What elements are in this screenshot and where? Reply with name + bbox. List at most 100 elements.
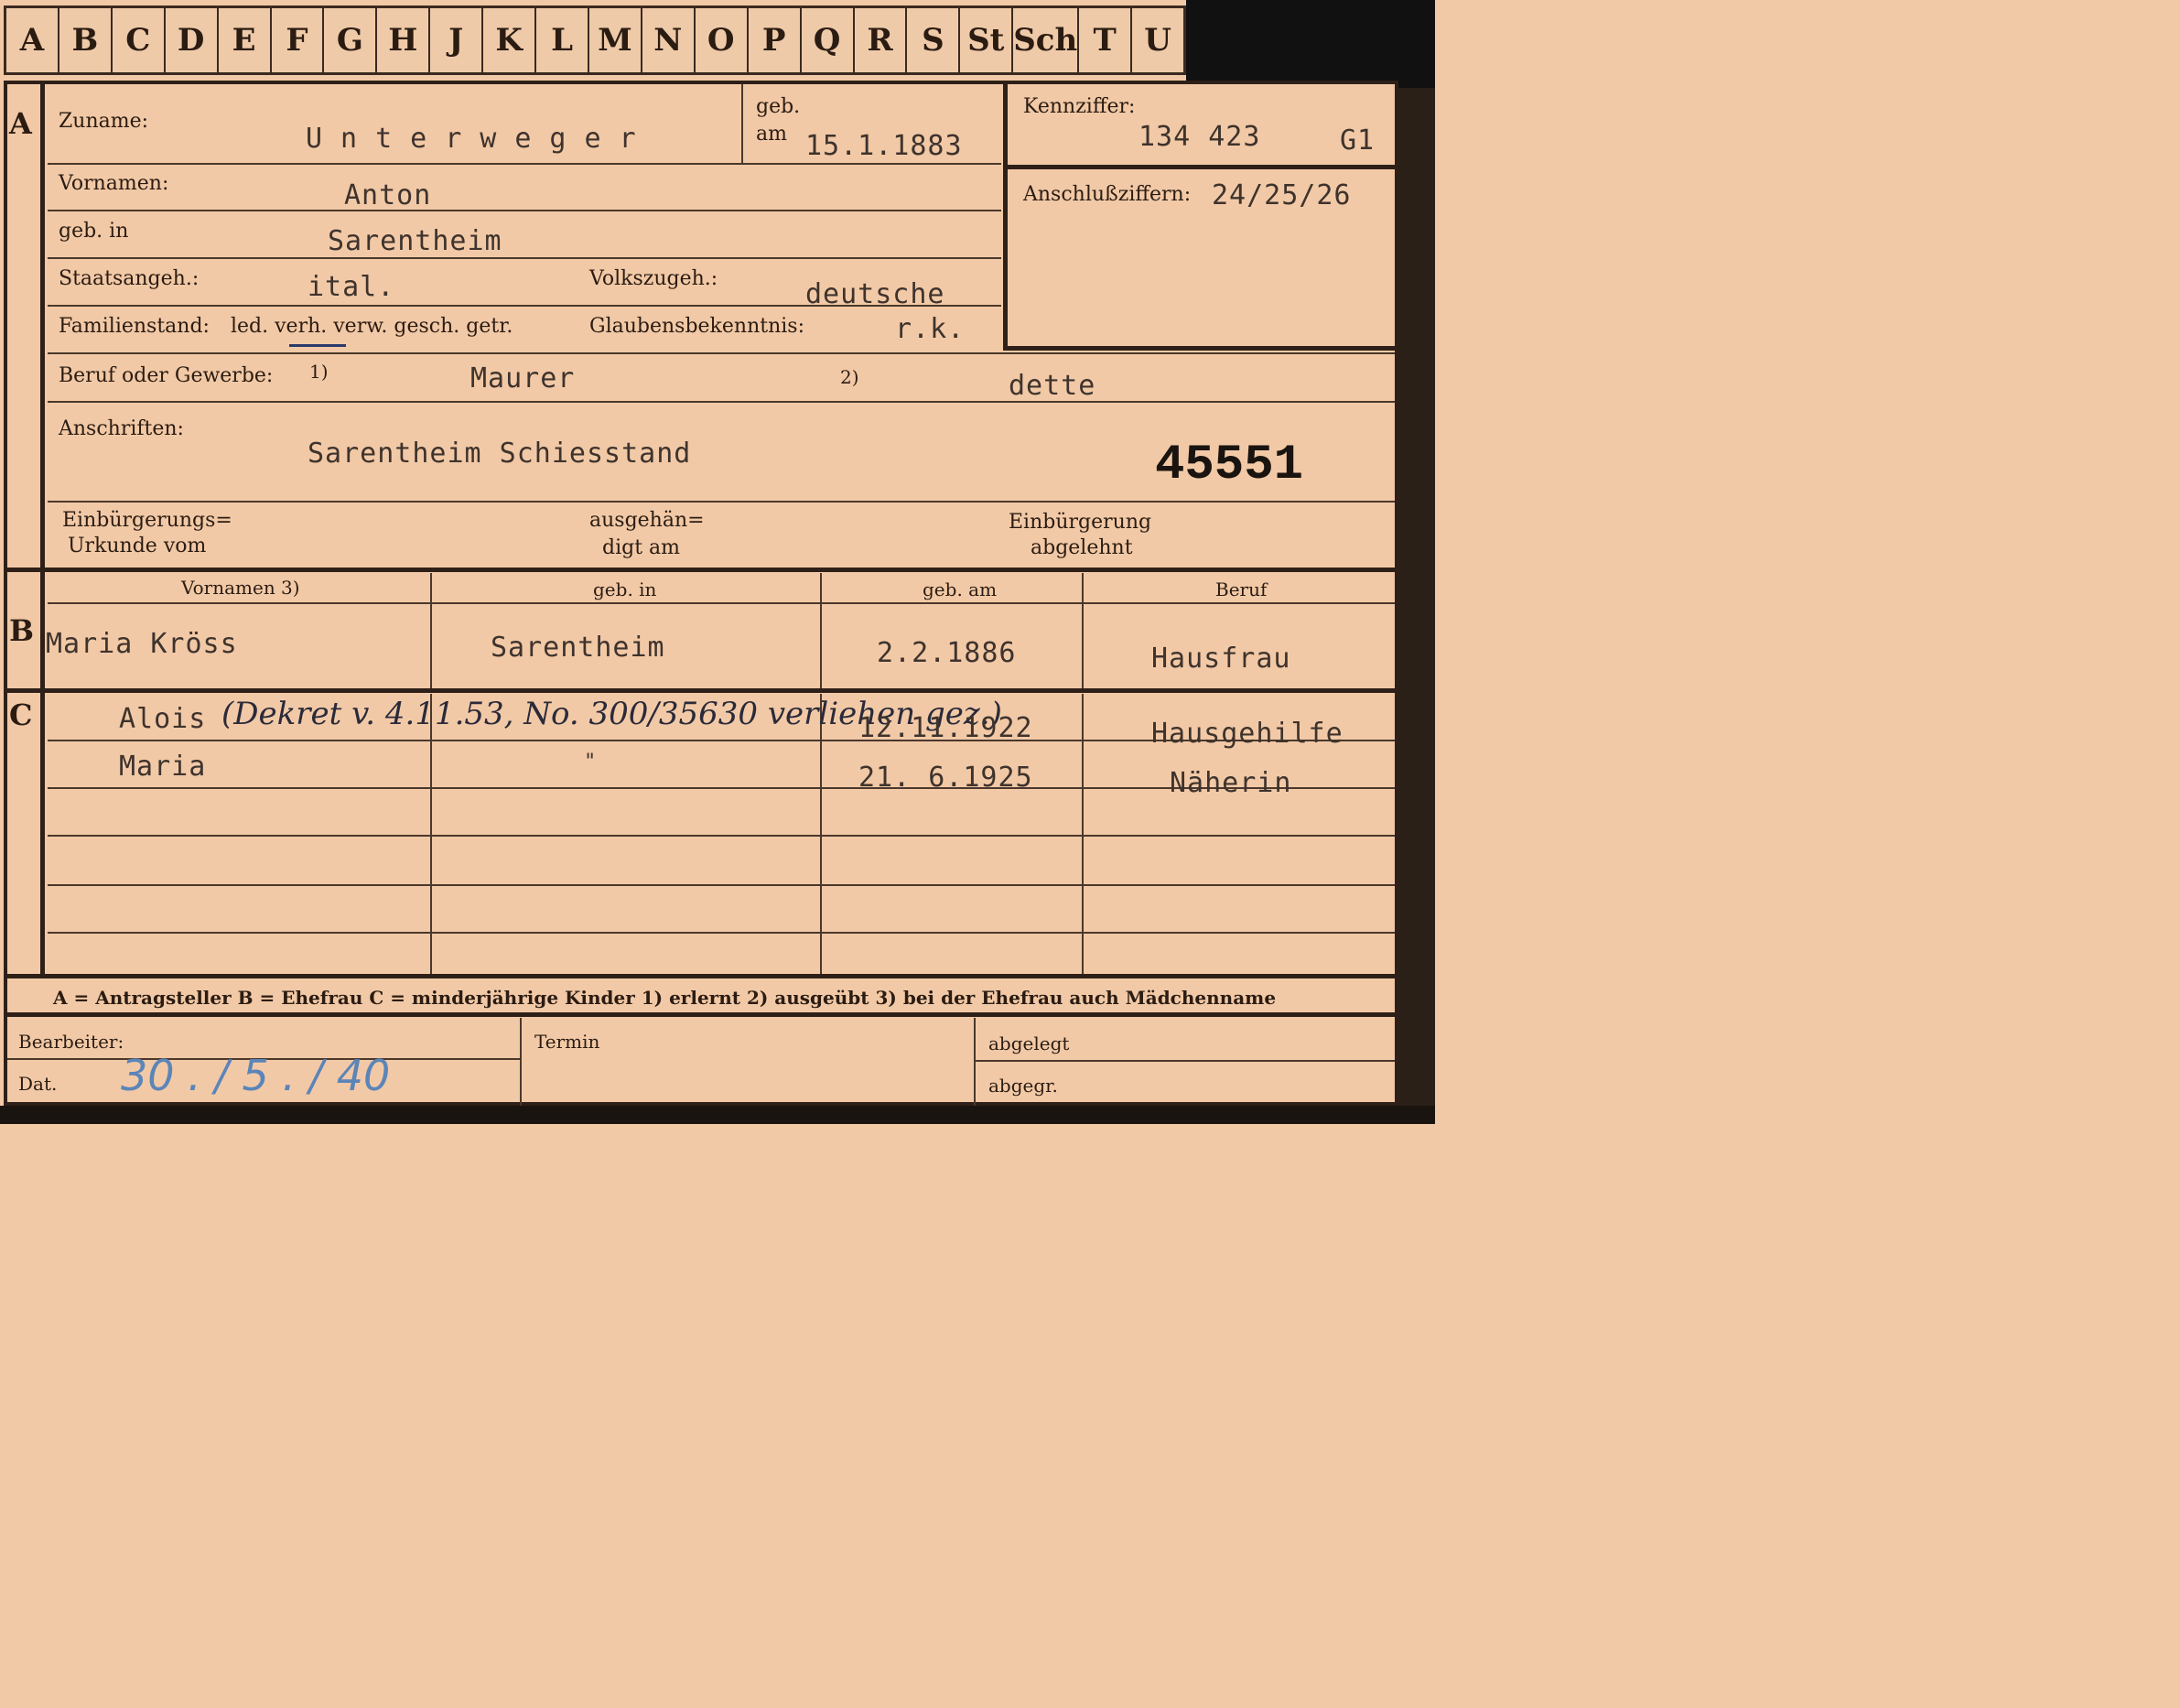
marital-status-options: led. verh. verw. gesch. getr.	[231, 315, 513, 338]
section-divider	[7, 568, 1398, 572]
section-b-label: B	[9, 613, 35, 648]
naturalization-cert-label-2: Urkunde vom	[68, 535, 207, 557]
alphabet-tab-st: St	[960, 8, 1014, 72]
connect-label: Anschlußziffern:	[1023, 183, 1192, 206]
row-line	[48, 835, 1395, 837]
row-line	[48, 352, 1395, 354]
child-2-born-in: "	[584, 751, 598, 773]
code-box-left-border	[1003, 84, 1008, 350]
child-2-name: Maria	[119, 751, 207, 783]
child-1-occupation: Hausgehilfe	[1151, 718, 1344, 750]
alphabet-tab-e: E	[219, 8, 272, 72]
legend-bottom-border	[7, 1012, 1398, 1017]
first-names-value: Anton	[344, 179, 432, 211]
alphabet-tab-l: L	[536, 8, 589, 72]
alphabet-tab-h: H	[377, 8, 431, 72]
registration-card: A Zuname: Unterweger geb. am 15.1.1883 K…	[4, 81, 1398, 1106]
religion-label: Glaubensbekenntnis:	[589, 315, 804, 338]
religion-value: r.k.	[895, 313, 966, 345]
row-line	[48, 932, 1395, 934]
occupation-practiced-value: dette	[1009, 370, 1096, 402]
code-box-divider	[1003, 165, 1395, 169]
section-a-label: A	[9, 106, 32, 141]
spouse-occupation: Hausfrau	[1151, 643, 1291, 675]
row-line	[48, 163, 1001, 165]
spouse-born-in: Sarentheim	[491, 632, 665, 664]
first-names-label: Vornamen:	[59, 172, 169, 195]
submitted-label: abgegr.	[988, 1075, 1058, 1097]
occupation-learned-value: Maurer	[470, 362, 576, 395]
alphabet-tab-d: D	[166, 8, 219, 72]
address-label: Anschriften:	[59, 417, 184, 440]
spouse-header-born-on: geb. am	[923, 578, 998, 600]
occupation-note-2: 2)	[840, 366, 859, 388]
row-line	[48, 210, 1001, 211]
alphabet-tab-r: R	[855, 8, 908, 72]
occupation-note-1: 1)	[309, 361, 329, 383]
col-line	[820, 573, 822, 688]
alphabet-tab-f: F	[272, 8, 325, 72]
alphabet-tab-q: Q	[802, 8, 855, 72]
section-divider	[7, 688, 1398, 693]
naturalization-cert-label-1: Einbürgerungs=	[62, 509, 232, 532]
col-line	[430, 573, 432, 688]
born-on-label-1: geb.	[756, 95, 801, 118]
scan-border-right	[1398, 88, 1435, 1106]
born-on-divider	[741, 84, 743, 163]
born-on-label-2: am	[756, 123, 787, 146]
spouse-header-occupation: Beruf	[1215, 578, 1268, 600]
spouse-born-on: 2.2.1886	[877, 637, 1017, 669]
occupation-label: Beruf oder Gewerbe:	[59, 364, 274, 387]
surname-value: Unterweger	[306, 123, 654, 155]
legend-text: A = Antragsteller B = Ehefrau C = minder…	[53, 987, 1277, 1009]
col-line	[520, 1018, 522, 1106]
alphabet-tab-n: N	[642, 8, 696, 72]
child-2-occupation: Näherin	[1170, 767, 1292, 799]
row-line	[48, 501, 1395, 503]
alphabet-tab-s: S	[907, 8, 961, 72]
file-number: 45551	[1155, 438, 1304, 493]
alphabet-tab-bar: A B C D E F G H J K L M N O P Q R S St Sch T U	[4, 5, 1186, 75]
surname-label: Zuname:	[59, 110, 149, 133]
marital-underline	[289, 344, 346, 347]
spouse-header-born-in: geb. in	[593, 578, 657, 600]
legend-top-border	[7, 974, 1398, 978]
code-box-bottom	[1003, 346, 1395, 351]
citizenship-value: ital.	[308, 271, 395, 303]
alphabet-tab-g: G	[324, 8, 378, 72]
scan-border-bottom	[0, 1106, 1435, 1124]
born-in-value: Sarentheim	[328, 225, 502, 257]
alphabet-tab-j: J	[430, 8, 484, 72]
address-value: Sarentheim Schiesstand	[308, 438, 692, 470]
col-line	[1082, 573, 1084, 688]
code-suffix: G1	[1340, 124, 1376, 157]
alphabet-tab-m: M	[589, 8, 642, 72]
section-column-divider	[40, 84, 45, 974]
alphabet-tab-u: U	[1144, 22, 1171, 59]
row-line	[48, 602, 1395, 604]
child-2-born-on: 21. 6.1925	[858, 762, 1033, 794]
alphabet-tab-c: C	[113, 8, 166, 72]
alphabet-tab-k: K	[483, 8, 537, 72]
spouse-name: Maria Kröss	[46, 628, 238, 660]
code-label: Kennziffer:	[1023, 95, 1136, 118]
row-line	[48, 305, 1001, 307]
alphabet-tab-o: O	[696, 8, 749, 72]
alphabet-tab-p: P	[749, 8, 802, 72]
ethnicity-label: Volkszugeh.:	[589, 267, 718, 290]
alphabet-tab-b: B	[59, 8, 113, 72]
row-line	[976, 1060, 1395, 1062]
scan-border-top	[1186, 0, 1435, 88]
rejected-label-2: abgelehnt	[1031, 536, 1133, 559]
alphabet-tab-a: A	[6, 8, 59, 72]
row-line	[48, 884, 1395, 886]
handed-label-1: ausgehän=	[589, 509, 705, 532]
spouse-header-first-names: Vornamen 3)	[181, 577, 300, 599]
alphabet-tab-t: T	[1079, 8, 1133, 72]
row-line	[48, 401, 1395, 403]
connect-value: 24/25/26	[1212, 179, 1352, 211]
col-line	[974, 1018, 976, 1106]
row-line	[48, 257, 1001, 259]
born-in-label: geb. in	[59, 220, 129, 243]
section-c-label: C	[9, 697, 33, 732]
